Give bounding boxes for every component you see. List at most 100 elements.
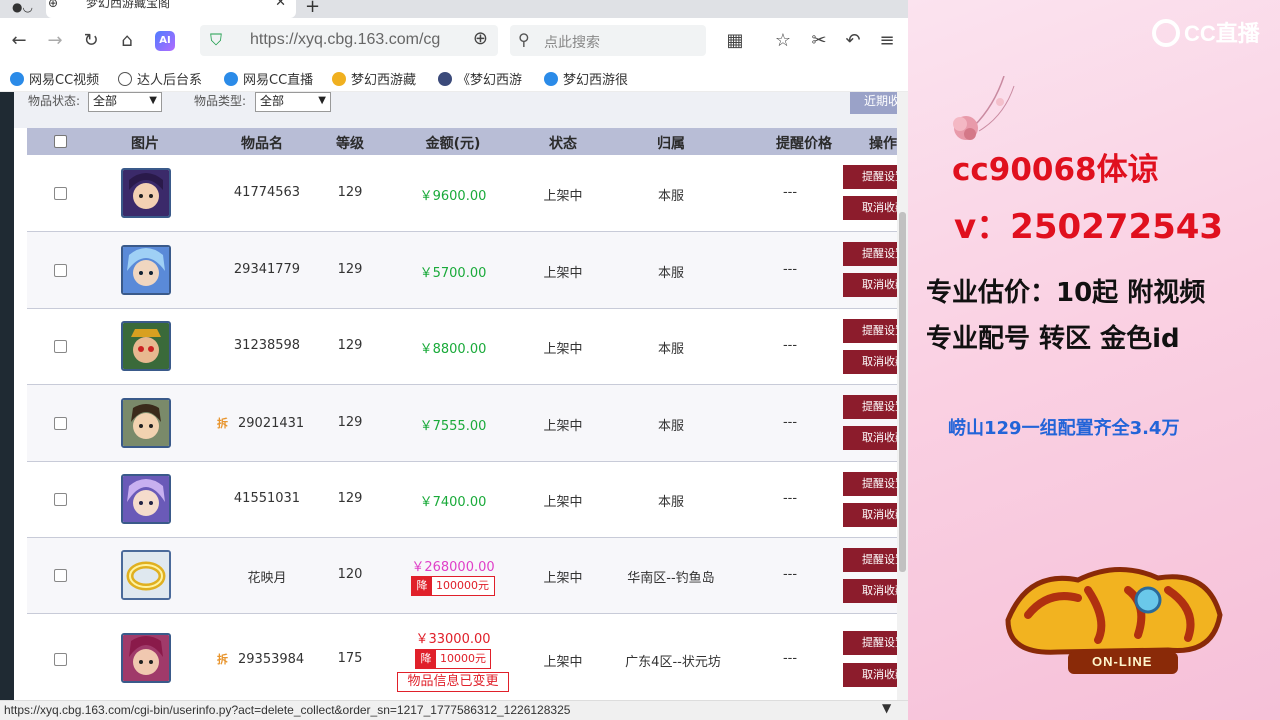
drop-tag: 降 bbox=[412, 577, 432, 595]
item-server: 广东4区--状元坊 bbox=[625, 655, 721, 670]
forward-icon[interactable]: → bbox=[44, 30, 66, 52]
item-price: ￥7400.00 bbox=[419, 495, 487, 510]
bookmark-item[interactable]: 网易CC视频 bbox=[10, 69, 102, 88]
contact-wechat: v：250272543 bbox=[954, 207, 1224, 247]
home-icon[interactable]: ⌂ bbox=[116, 30, 138, 52]
item-avatar[interactable] bbox=[121, 474, 171, 524]
item-avatar[interactable] bbox=[121, 321, 171, 371]
unfavorite-button[interactable]: 取消收藏 bbox=[843, 273, 903, 297]
search-placeholder: 点此搜索 bbox=[544, 35, 600, 51]
item-status: 上架中 bbox=[543, 495, 583, 510]
item-avatar[interactable] bbox=[121, 633, 171, 683]
bookmark-item[interactable]: 梦幻西游很 bbox=[544, 69, 636, 88]
undo-icon[interactable]: ↶ bbox=[842, 30, 864, 52]
bookmark-item[interactable]: 达人后台系 bbox=[118, 69, 210, 88]
row-checkbox[interactable] bbox=[54, 187, 67, 200]
type-filter-select[interactable]: 全部 ▼ bbox=[255, 92, 331, 112]
item-name: 29353984 bbox=[238, 652, 305, 667]
row-checkbox[interactable] bbox=[54, 653, 67, 666]
item-changed-badge: 物品信息已变更 bbox=[397, 672, 509, 692]
item-name: 花映月 bbox=[247, 571, 287, 586]
item-status: 上架中 bbox=[543, 419, 583, 434]
avatar-image bbox=[123, 170, 169, 216]
promo-line-2: 专业配号 转区 金色id bbox=[926, 324, 1180, 354]
type-filter-label: 物品类型: bbox=[194, 94, 247, 108]
grid-icon[interactable]: ▦ bbox=[724, 30, 746, 52]
item-avatar[interactable] bbox=[121, 168, 171, 218]
scissors-icon[interactable]: ✂ bbox=[808, 30, 830, 52]
table-row: 41774563 129 ￥9600.00 上架中 本服 --- 提醒设置 取消… bbox=[27, 155, 903, 232]
item-avatar[interactable] bbox=[121, 398, 171, 448]
item-level: 129 bbox=[337, 491, 363, 506]
item-remind-price: --- bbox=[782, 338, 798, 353]
price-drop-badge: 降 100000元 bbox=[411, 576, 495, 596]
bookmark-item[interactable]: 网易CC直播 bbox=[224, 69, 320, 88]
item-avatar[interactable] bbox=[121, 550, 171, 600]
page-scrollbar[interactable] bbox=[897, 92, 908, 700]
ai-assistant-icon[interactable]: AI bbox=[155, 31, 175, 51]
drop-amount: 10000元 bbox=[440, 652, 486, 665]
shield-icon: ⛉ bbox=[210, 30, 223, 49]
menu-icon[interactable]: ≡ bbox=[876, 30, 898, 52]
table-header: 图片 物品名 等级 金额(元) 状态 归属 提醒价格 操作 bbox=[27, 128, 897, 155]
unfavorite-button[interactable]: 取消收藏 bbox=[843, 579, 903, 603]
drop-tag: 降 bbox=[416, 650, 436, 668]
item-remind-price: --- bbox=[782, 491, 798, 506]
filter-row: 物品状态: 全部 ▼ 物品类型: 全部 ▼ 近期收 bbox=[14, 92, 908, 128]
table-row: 拆 29353984 175 ￥33000.00 降 10000元 物品信息已变更 … bbox=[27, 614, 903, 700]
item-remind-price: --- bbox=[782, 651, 798, 666]
row-checkbox[interactable] bbox=[54, 264, 67, 277]
scrollbar-thumb[interactable] bbox=[899, 212, 906, 572]
tab-title: 梦幻西游藏宝阁 bbox=[86, 0, 171, 10]
avatar-image bbox=[123, 635, 169, 681]
avatar-image bbox=[123, 400, 169, 446]
item-name-cell: 拆 29021431 bbox=[217, 415, 317, 431]
avatar-image bbox=[123, 247, 169, 293]
unfavorite-button[interactable]: 取消收藏 bbox=[843, 196, 903, 220]
item-price: ￥7555.00 bbox=[419, 419, 487, 434]
close-tab-icon[interactable]: ✕ bbox=[275, 0, 286, 9]
item-status: 上架中 bbox=[543, 266, 583, 281]
remind-settings-button[interactable]: 提醒设置 bbox=[843, 165, 903, 189]
remind-settings-button[interactable]: 提醒设置 bbox=[843, 319, 903, 343]
remind-settings-button[interactable]: 提醒设置 bbox=[843, 472, 903, 496]
tab-active[interactable]: ⊕ 梦幻西游藏宝阁 ✕ bbox=[46, 0, 296, 18]
row-checkbox[interactable] bbox=[54, 417, 67, 430]
row-checkbox[interactable] bbox=[54, 340, 67, 353]
remind-settings-button[interactable]: 提醒设置 bbox=[843, 395, 903, 419]
address-bar[interactable]: ⛉ https://xyq.cbg.163.com/cg ⊕ bbox=[200, 25, 498, 56]
status-bar: https://xyq.cbg.163.com/cgi-bin/userinfo… bbox=[0, 700, 908, 720]
header-remind: 提醒价格 bbox=[776, 136, 832, 152]
remind-settings-button[interactable]: 提醒设置 bbox=[843, 242, 903, 266]
favorites-icon[interactable]: ☆ bbox=[772, 30, 794, 52]
unfavorite-button[interactable]: 取消收藏 bbox=[843, 503, 903, 527]
item-level: 120 bbox=[337, 567, 363, 582]
status-filter-label: 物品状态: bbox=[28, 94, 81, 108]
select-all-checkbox[interactable] bbox=[54, 135, 67, 148]
stream-panel: CC直播 cc90068体谅 v：250272543 专业估价：10起 附视频 … bbox=[908, 0, 1280, 720]
bookmark-item[interactable]: 梦幻西游藏 bbox=[332, 69, 424, 88]
row-checkbox[interactable] bbox=[54, 493, 67, 506]
search-box[interactable]: ⚲ 点此搜索 bbox=[510, 25, 706, 56]
header-level: 等级 bbox=[336, 136, 364, 152]
bookmark-item[interactable]: 《梦幻西游 bbox=[438, 69, 530, 88]
search-icon: ⚲ bbox=[518, 30, 530, 49]
arrow-down-icon[interactable]: ▼ bbox=[882, 701, 891, 715]
row-checkbox[interactable] bbox=[54, 569, 67, 582]
status-filter-select[interactable]: 全部 ▼ bbox=[88, 92, 162, 112]
drop-amount: 100000元 bbox=[436, 579, 489, 592]
item-name: 41551031 bbox=[233, 491, 301, 506]
back-icon[interactable]: ← bbox=[8, 30, 30, 52]
remind-settings-button[interactable]: 提醒设置 bbox=[843, 548, 903, 572]
zoom-icon[interactable]: ⊕ bbox=[473, 28, 488, 49]
item-avatar[interactable] bbox=[121, 245, 171, 295]
reload-icon[interactable]: ↻ bbox=[80, 30, 102, 52]
remind-settings-button[interactable]: 提醒设置 bbox=[843, 631, 903, 655]
page-content: 物品状态: 全部 ▼ 物品类型: 全部 ▼ 近期收 图片 物品名 等级 金额(元… bbox=[0, 92, 908, 700]
unfavorite-button[interactable]: 取消收藏 bbox=[843, 350, 903, 374]
unfavorite-button[interactable]: 取消收藏 bbox=[843, 663, 903, 687]
item-remind-price: --- bbox=[782, 262, 798, 277]
new-tab-icon[interactable]: + bbox=[305, 0, 320, 17]
pinned-tab[interactable]: ●◡ bbox=[2, 0, 42, 18]
unfavorite-button[interactable]: 取消收藏 bbox=[843, 426, 903, 450]
